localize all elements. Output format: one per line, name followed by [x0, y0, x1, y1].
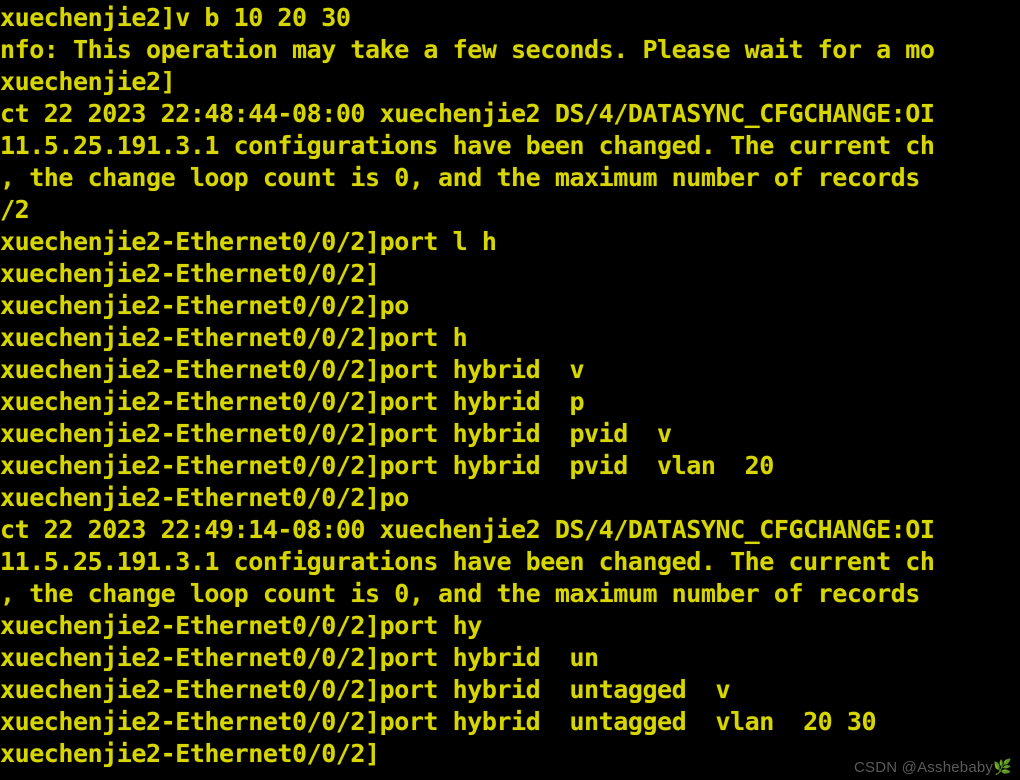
terminal-line: , the change loop count is 0, and the ma…: [0, 163, 920, 192]
terminal-line: xuechenjie2-Ethernet0/0/2]port hybrid pv…: [0, 451, 774, 480]
terminal-line: xuechenjie2-Ethernet0/0/2]port hy: [0, 611, 482, 640]
terminal-line: xuechenjie2-Ethernet0/0/2]: [0, 259, 380, 288]
terminal-line: 11.5.25.191.3.1 configurations have been…: [0, 547, 935, 576]
terminal-output-area[interactable]: xuechenjie2]v b 10 20 30 nfo: This operat…: [0, 0, 1020, 770]
terminal-window[interactable]: xuechenjie2]v b 10 20 30 nfo: This operat…: [0, 0, 1020, 780]
terminal-line: xuechenjie2-Ethernet0/0/2]port hybrid un…: [0, 707, 877, 736]
terminal-line: xuechenjie2-Ethernet0/0/2]port hybrid un: [0, 643, 599, 672]
terminal-line: xuechenjie2-Ethernet0/0/2]port l h: [0, 227, 497, 256]
terminal-line: xuechenjie2-Ethernet0/0/2]po: [0, 291, 409, 320]
terminal-line: 11.5.25.191.3.1 configurations have been…: [0, 131, 935, 160]
terminal-line: xuechenjie2-Ethernet0/0/2]port hybrid un…: [0, 675, 731, 704]
terminal-line: xuechenjie2-Ethernet0/0/2]port h: [0, 323, 468, 352]
terminal-line: xuechenjie2]: [0, 67, 176, 96]
terminal-line: xuechenjie2-Ethernet0/0/2]po: [0, 483, 409, 512]
terminal-line: xuechenjie2]v b 10 20 30: [0, 3, 351, 32]
csdn-watermark: CSDN @Asshebaby🌿: [854, 759, 1012, 776]
terminal-line: /2: [0, 195, 30, 224]
terminal-line: , the change loop count is 0, and the ma…: [0, 579, 920, 608]
terminal-line: xuechenjie2-Ethernet0/0/2]port hybrid pv…: [0, 419, 672, 448]
terminal-line: ct 22 2023 22:48:44-08:00 xuechenjie2 DS…: [0, 99, 935, 128]
terminal-line: xuechenjie2-Ethernet0/0/2]port hybrid v: [0, 355, 585, 384]
terminal-line: xuechenjie2-Ethernet0/0/2]port hybrid p: [0, 387, 585, 416]
terminal-line: nfo: This operation may take a few secon…: [0, 35, 935, 64]
terminal-line: ct 22 2023 22:49:14-08:00 xuechenjie2 DS…: [0, 515, 935, 544]
